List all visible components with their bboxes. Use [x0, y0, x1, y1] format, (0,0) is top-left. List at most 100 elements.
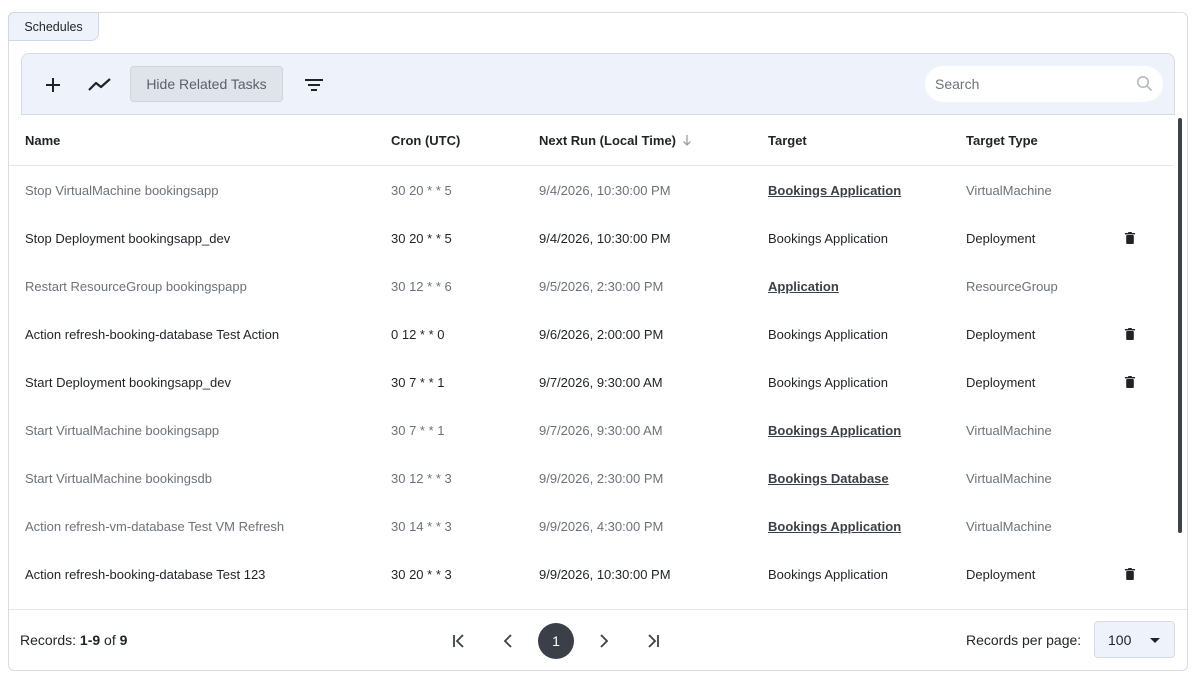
cell-next-run: 9/9/2026, 2:30:00 PM [539, 470, 664, 486]
column-header-target[interactable]: Target [768, 115, 807, 165]
cell-next-run: 9/4/2026, 10:30:00 PM [539, 230, 671, 246]
records-of: of [100, 632, 120, 648]
cell-cron: 30 12 * * 3 [391, 470, 452, 486]
trash-icon [1125, 328, 1135, 340]
records-total: 9 [119, 632, 128, 648]
cell-target-type: Deployment [966, 230, 1036, 246]
cell-name: Stop VirtualMachine bookingsapp [25, 182, 219, 198]
table-row[interactable]: Stop Deployment bookingsapp_dev 30 20 * *… [9, 214, 1173, 262]
filter-lines-icon [305, 79, 323, 91]
cell-target-type: VirtualMachine [966, 182, 1052, 198]
cell-cron: 30 14 * * 3 [391, 518, 452, 534]
hide-related-tasks-button[interactable]: Hide Related Tasks [130, 66, 283, 102]
delete-button[interactable] [1125, 550, 1135, 598]
target-link[interactable]: Bookings Database [768, 471, 889, 486]
trend-line-icon [88, 78, 111, 91]
records-per-page-label: Records per page: [966, 632, 1082, 648]
cell-next-run: 9/9/2026, 10:30:00 PM [539, 566, 671, 582]
column-header-target-type[interactable]: Target Type [966, 115, 1038, 165]
cell-name: Action refresh-booking-database Test Act… [25, 326, 280, 342]
cell-name: Action refresh-vm-database Test VM Refre… [25, 518, 285, 534]
page-number-current[interactable]: 1 [538, 623, 574, 659]
column-header-name[interactable]: Name [25, 115, 60, 165]
chevron-right-icon [600, 634, 609, 648]
delete-button[interactable] [1125, 310, 1135, 358]
table-row[interactable]: Action refresh-booking-database Test 123… [9, 550, 1173, 598]
records-per-page-select[interactable]: 100 [1094, 621, 1175, 658]
target-link[interactable]: Bookings Application [768, 183, 901, 198]
cell-next-run: 9/4/2026, 10:30:00 PM [539, 182, 671, 198]
records-summary: Records: 1-9 of 9 [20, 632, 127, 648]
table-row[interactable]: Action refresh-booking-database Test Act… [9, 310, 1173, 358]
cell-name: Stop Deployment bookingsapp_dev [25, 230, 231, 246]
column-header-cron[interactable]: Cron (UTC) [391, 115, 460, 165]
tab-label: Schedules [24, 19, 83, 34]
last-page-icon [648, 634, 659, 648]
cell-cron: 30 20 * * 5 [391, 230, 452, 246]
cell-target-type: VirtualMachine [966, 422, 1052, 438]
add-button[interactable] [36, 68, 70, 102]
table-row[interactable]: Start VirtualMachine bookingsdb 30 12 * *… [9, 454, 1173, 502]
tab-schedules[interactable]: Schedules [8, 12, 99, 41]
table-header: Name Cron (UTC) Next Run (Local Time) Ta… [9, 115, 1173, 166]
last-page-button[interactable] [634, 623, 670, 659]
cell-next-run: 9/5/2026, 2:30:00 PM [539, 278, 664, 294]
next-page-button[interactable] [586, 623, 622, 659]
trash-icon [1125, 376, 1135, 388]
table-row[interactable]: Stop VirtualMachine bookingsapp 30 20 * *… [9, 166, 1173, 214]
cell-name: Restart ResourceGroup bookingspapp [25, 278, 247, 294]
toolbar: Hide Related Tasks [21, 53, 1175, 115]
cell-name: Action refresh-booking-database Test 123 [25, 566, 266, 582]
cell-target: Bookings Application [768, 566, 888, 582]
cell-name: Start Deployment bookingsapp_dev [25, 374, 231, 390]
search-box [925, 66, 1163, 102]
delete-button[interactable] [1125, 214, 1135, 262]
cell-target[interactable]: Application [768, 262, 839, 310]
trash-icon [1125, 568, 1135, 580]
cell-target[interactable]: Bookings Database [768, 454, 889, 502]
cell-next-run: 9/7/2026, 9:30:00 AM [539, 422, 663, 438]
filter-button[interactable] [297, 68, 331, 102]
cell-target-type: VirtualMachine [966, 470, 1052, 486]
table-row[interactable]: Start Deployment bookingsapp_dev 30 7 * *… [9, 358, 1173, 406]
cell-target[interactable]: Bookings Application [768, 166, 901, 214]
cell-target-type: VirtualMachine [966, 518, 1052, 534]
scrollbar-thumb[interactable] [1178, 118, 1182, 533]
table-row[interactable]: Start VirtualMachine bookingsapp 30 7 * *… [9, 406, 1173, 454]
column-header-next-run-label: Next Run (Local Time) [539, 132, 677, 148]
target-link[interactable]: Bookings Application [768, 519, 901, 534]
cell-target[interactable]: Bookings Application [768, 406, 901, 454]
cell-next-run: 9/7/2026, 9:30:00 AM [539, 374, 663, 390]
cell-target-type: Deployment [966, 326, 1036, 342]
trend-button[interactable] [83, 68, 117, 102]
cell-target: Bookings Application [768, 374, 888, 390]
cell-cron: 30 12 * * 6 [391, 278, 452, 294]
cell-target[interactable]: Bookings Application [768, 502, 901, 550]
cell-name: Start VirtualMachine bookingsdb [25, 470, 212, 486]
sort-descending-icon [683, 135, 691, 146]
records-range: 1-9 [79, 632, 101, 648]
cell-target-type: ResourceGroup [966, 278, 1058, 294]
table-row[interactable]: Restart ResourceGroup bookingspapp 30 12 … [9, 262, 1173, 310]
plus-icon [46, 78, 60, 92]
target-link[interactable]: Bookings Application [768, 423, 901, 438]
previous-page-button[interactable] [490, 623, 526, 659]
search-input[interactable] [935, 76, 1135, 92]
table-footer: Records: 1-9 of 9 1 Records per page: 10… [9, 609, 1187, 670]
column-header-next-run[interactable]: Next Run (Local Time) [539, 115, 692, 165]
search-icon [1137, 76, 1153, 92]
cell-cron: 30 7 * * 1 [391, 422, 445, 438]
cell-cron: 0 12 * * 0 [391, 326, 445, 342]
target-link[interactable]: Application [768, 279, 839, 294]
first-page-icon [453, 634, 464, 648]
delete-button[interactable] [1125, 358, 1135, 406]
table-row[interactable]: Action refresh-vm-database Test VM Refre… [9, 502, 1173, 550]
records-prefix: Records: [20, 632, 80, 648]
trash-icon [1125, 232, 1135, 244]
cell-target: Bookings Application [768, 326, 888, 342]
first-page-button[interactable] [442, 623, 478, 659]
cell-target-type: Deployment [966, 374, 1036, 390]
chevron-left-icon [503, 634, 512, 648]
hide-related-tasks-label: Hide Related Tasks [146, 76, 267, 92]
cell-name: Start VirtualMachine bookingsapp [25, 422, 220, 438]
